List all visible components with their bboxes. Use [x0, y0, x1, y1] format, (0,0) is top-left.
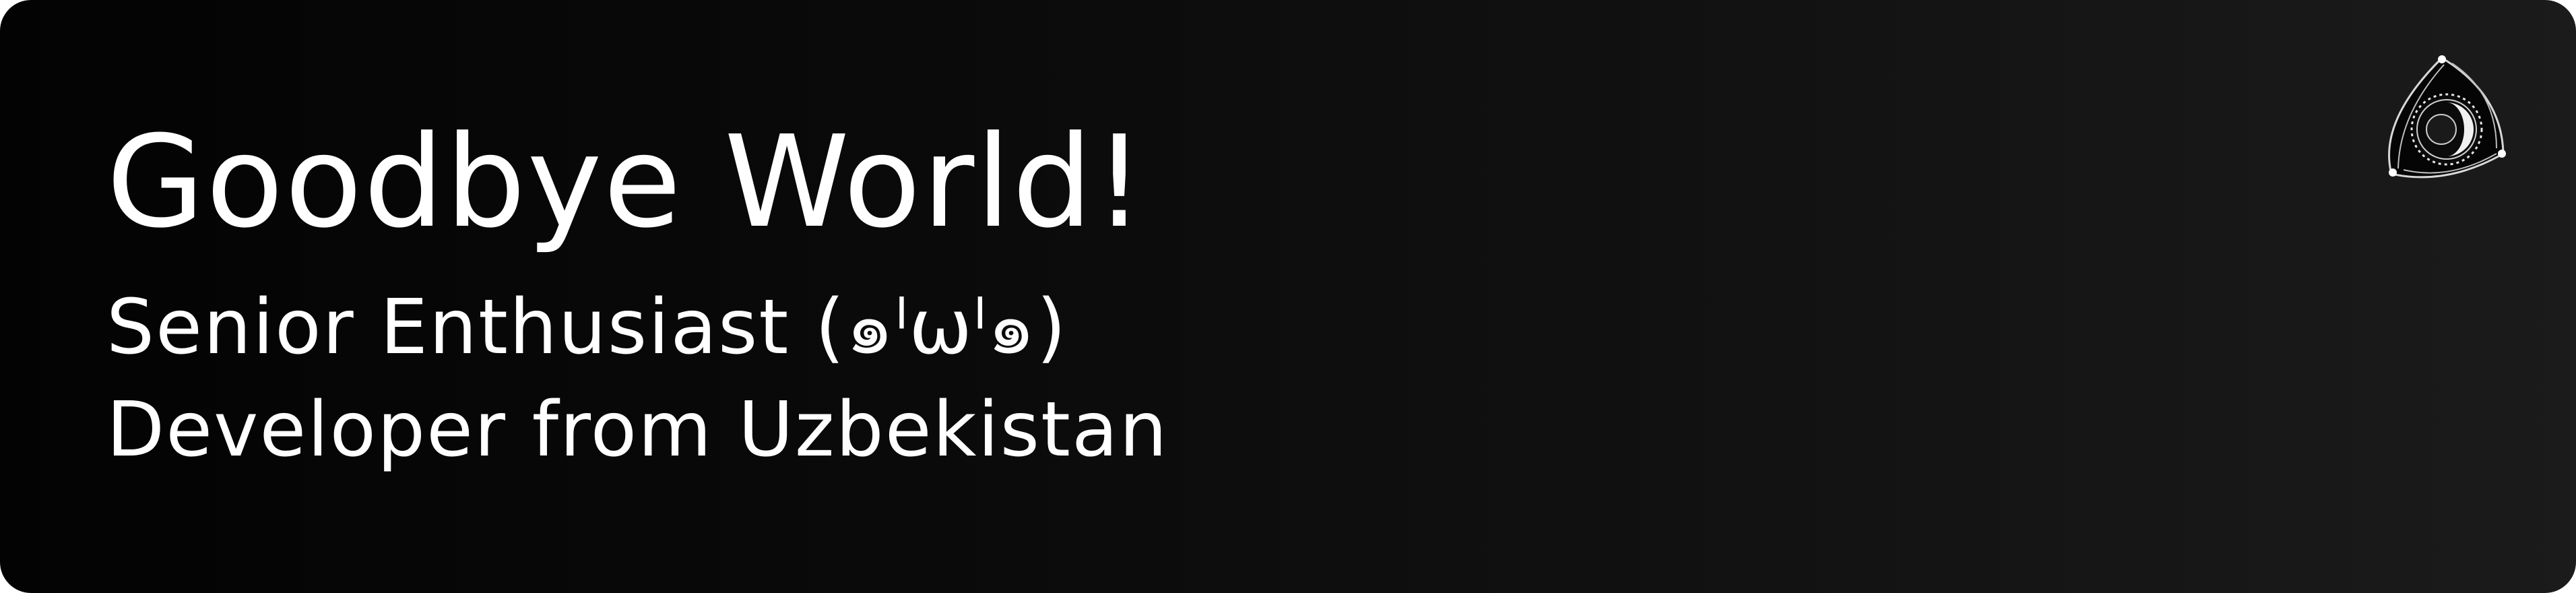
- profile-banner: Goodbye World! Senior Enthusiast (๑ˡωˡ๑)…: [0, 0, 2576, 593]
- banner-subtitle-line1: Senior Enthusiast (๑ˡωˡ๑): [106, 284, 1068, 371]
- rotary-engine-icon: [2388, 55, 2506, 179]
- banner-title: Goodbye World!: [106, 108, 1147, 256]
- banner-subtitle-line2: Developer from Uzbekistan: [106, 386, 1169, 474]
